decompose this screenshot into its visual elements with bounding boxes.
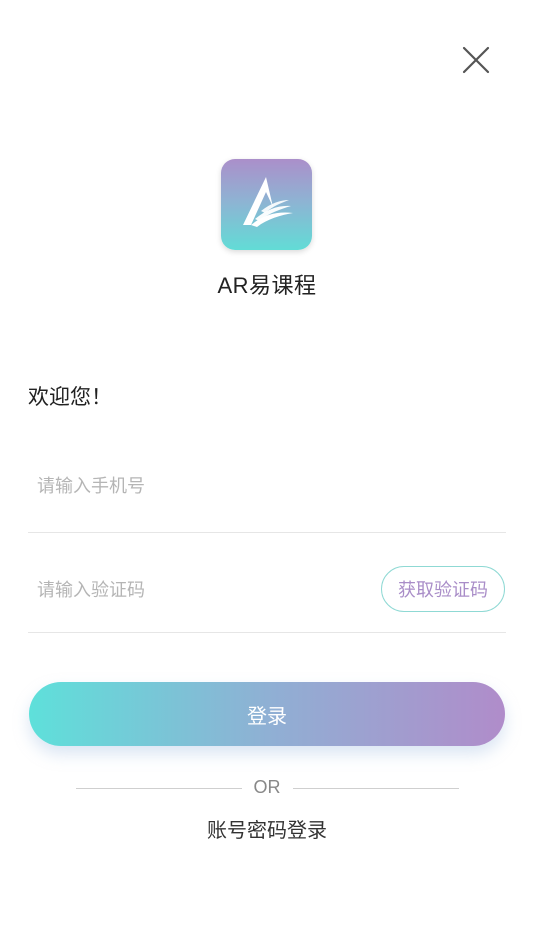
get-code-button[interactable]: 获取验证码 bbox=[381, 566, 505, 612]
phone-field-row bbox=[28, 466, 506, 533]
welcome-heading: 欢迎您！ bbox=[28, 386, 112, 409]
password-login-link[interactable]: 账号密码登录 bbox=[0, 814, 534, 843]
divider-right bbox=[293, 788, 459, 789]
phone-input[interactable] bbox=[28, 466, 357, 506]
code-field-row: 获取验证码 bbox=[28, 566, 506, 633]
close-icon bbox=[462, 46, 490, 74]
app-logo-icon bbox=[243, 177, 293, 227]
app-logo bbox=[221, 159, 312, 250]
app-name: AR易课程 bbox=[217, 273, 317, 298]
verification-code-input[interactable] bbox=[28, 570, 357, 610]
login-button[interactable]: 登录 bbox=[29, 682, 505, 746]
close-button[interactable] bbox=[456, 40, 496, 80]
